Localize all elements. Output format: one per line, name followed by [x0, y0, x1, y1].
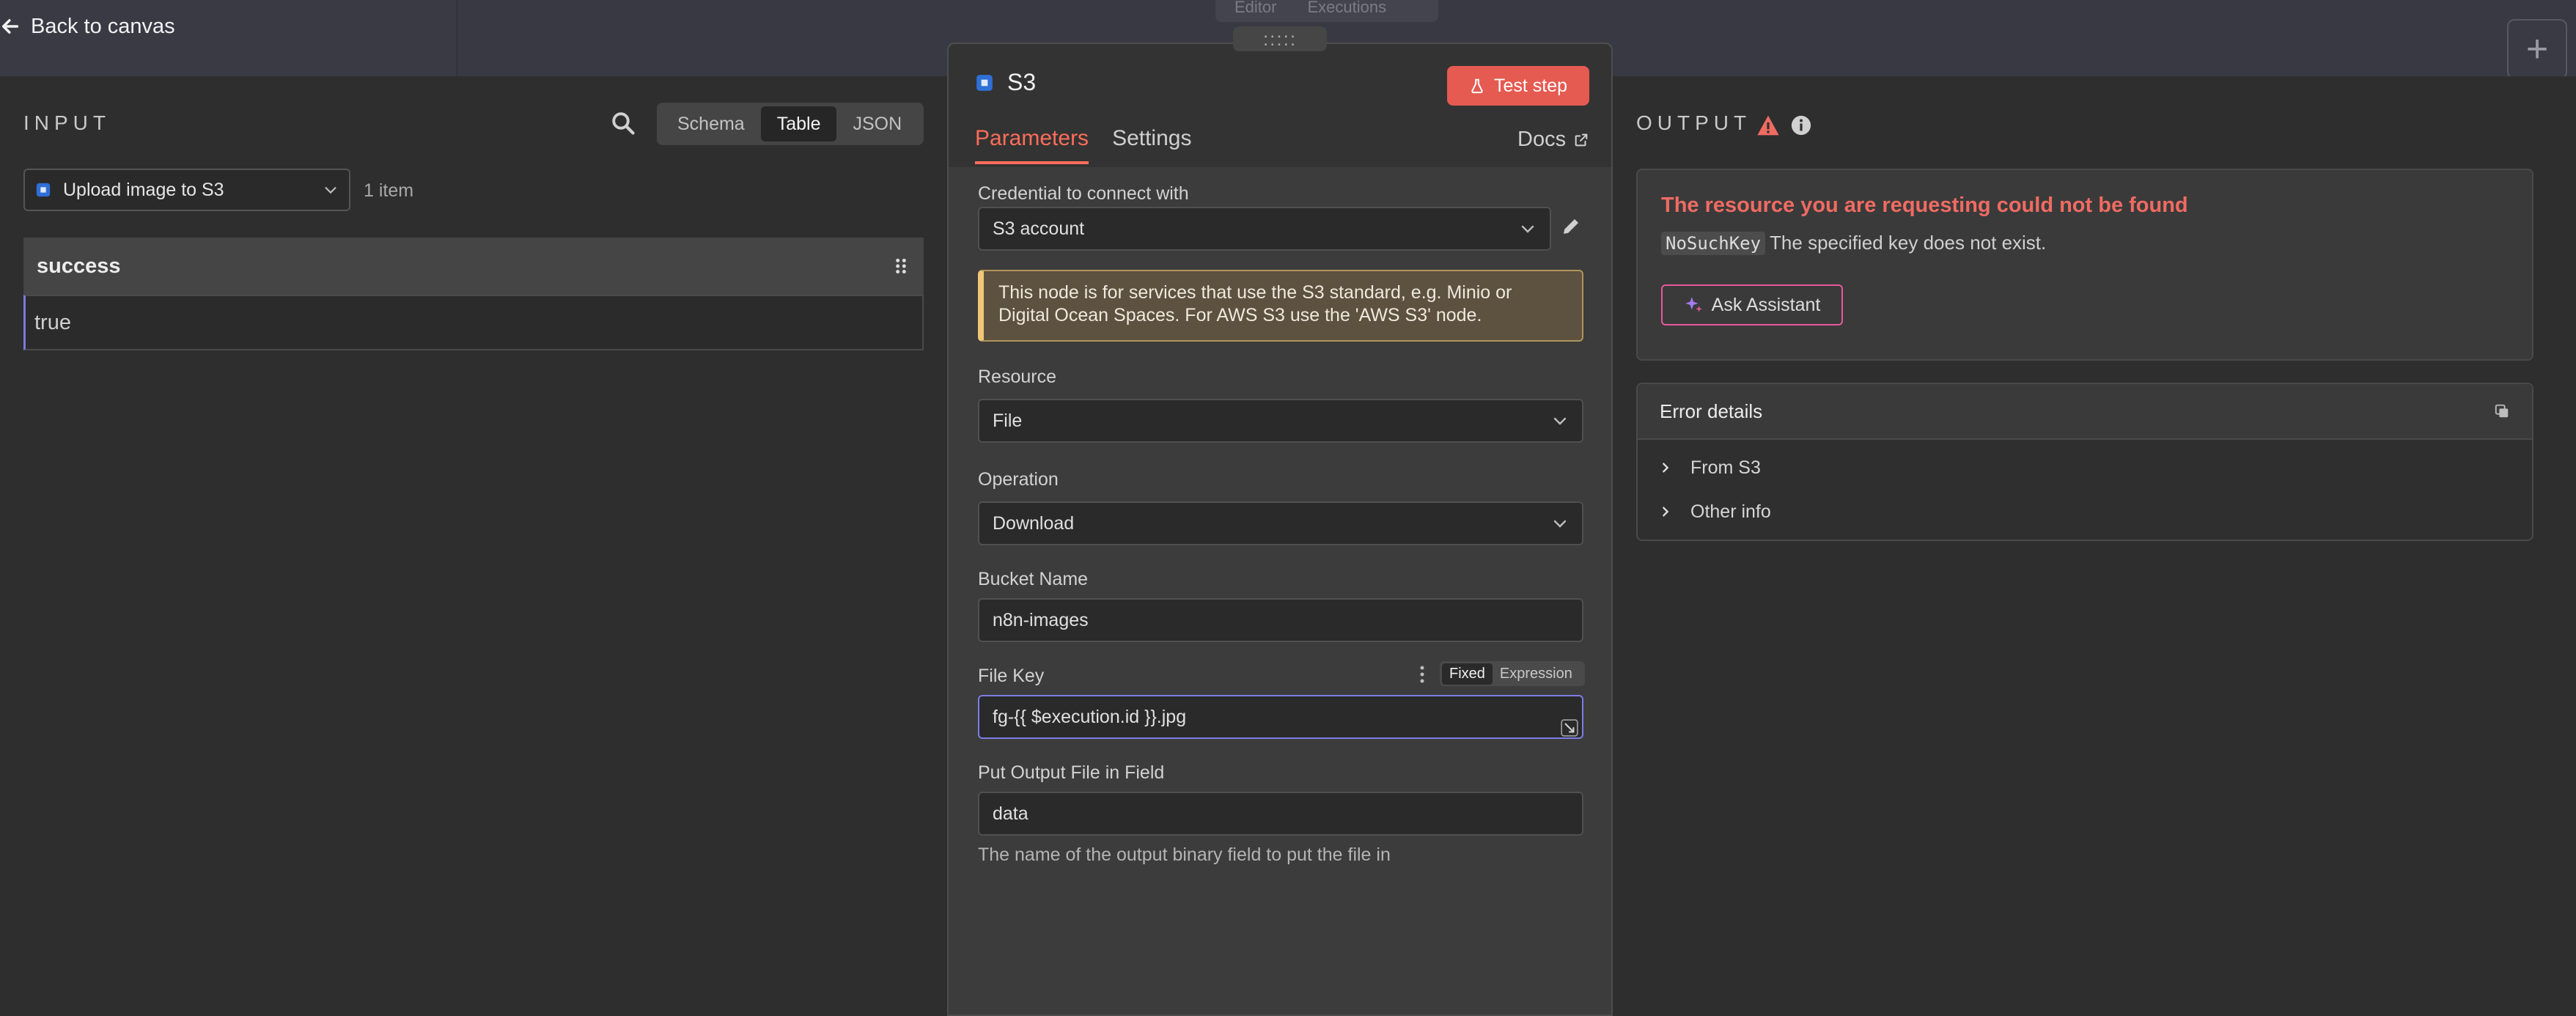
edit-credential-icon[interactable] — [1560, 216, 1582, 238]
chevron-down-icon — [1553, 520, 1567, 528]
tab-settings[interactable]: Settings — [1112, 126, 1191, 164]
chevron-down-icon — [325, 187, 336, 194]
error-details-header: Error details — [1638, 384, 2532, 440]
detail-row-label: From S3 — [1690, 457, 1761, 478]
node-header: S3 Test step Parameters Settings Docs — [949, 44, 1611, 167]
chevron-down-icon — [1553, 417, 1567, 425]
ask-assistant-button[interactable]: Ask Assistant — [1661, 284, 1843, 325]
s3-node-icon — [976, 74, 993, 91]
credential-select[interactable]: S3 account — [978, 207, 1551, 251]
output-title: OUTPUT — [1636, 111, 1752, 134]
error-message: NoSuchKey The specified key does not exi… — [1661, 232, 2046, 255]
info-icon[interactable] — [1790, 114, 1812, 136]
s3-notice: This node is for services that use the S… — [978, 270, 1583, 342]
output-field-label: Put Output File in Field — [978, 762, 1165, 783]
flask-icon — [1471, 78, 1483, 94]
error-description: The specified key does not exist. — [1770, 232, 2047, 254]
mode-switch: Editor Executions — [1215, 0, 1438, 22]
node-tabs: Parameters Settings — [975, 126, 1191, 164]
operation-select[interactable]: Download — [978, 501, 1583, 545]
expand-editor-icon[interactable] — [1560, 718, 1579, 737]
bucket-label: Bucket Name — [978, 569, 1089, 589]
chevron-down-icon — [1521, 225, 1534, 233]
tab-editor[interactable]: Editor — [1223, 0, 1288, 17]
docs-label: Docs — [1517, 128, 1567, 151]
output-status-icons — [1756, 114, 1812, 136]
add-node-button[interactable]: + — [2507, 19, 2567, 79]
error-card: The resource you are requesting could no… — [1636, 169, 2533, 361]
chevron-right-icon — [1663, 463, 1669, 473]
output-field-hint: The name of the output binary field to p… — [978, 844, 1391, 865]
s3-node-icon — [36, 183, 51, 197]
output-panel: OUTPUT The resource you are requesting c… — [1613, 76, 2576, 1016]
input-panel: INPUT Schema Table JSON Upload image to … — [0, 76, 947, 1016]
detail-row-label: Other info — [1690, 501, 1771, 522]
column-header-success: success — [37, 254, 121, 278]
chevron-right-icon — [1663, 507, 1669, 517]
mode-fixed[interactable]: Fixed — [1442, 663, 1493, 685]
panel-drag-handle[interactable]: ::::: — [1233, 26, 1327, 51]
item-count: 1 item — [364, 180, 414, 201]
error-code: NoSuchKey — [1661, 232, 1766, 255]
test-step-label: Test step — [1493, 75, 1568, 96]
operation-value: Download — [993, 512, 1075, 534]
back-to-canvas-label: Back to canvas — [31, 14, 175, 38]
file-key-label: File Key — [978, 666, 1045, 686]
tab-table[interactable]: Table — [760, 106, 837, 141]
tab-parameters[interactable]: Parameters — [975, 126, 1089, 164]
arrow-left-icon — [1, 19, 19, 34]
resource-select[interactable]: File — [978, 399, 1583, 443]
copy-icon[interactable] — [2494, 403, 2510, 419]
external-link-icon — [1575, 133, 1588, 146]
tab-schema[interactable]: Schema — [661, 106, 761, 141]
error-title: The resource you are requesting could no… — [1661, 194, 2188, 217]
ask-assistant-label: Ask Assistant — [1711, 294, 1821, 315]
fixed-expression-toggle: Fixed Expression — [1440, 661, 1585, 686]
test-step-button[interactable]: Test step — [1447, 66, 1589, 106]
resource-label: Resource — [978, 367, 1056, 387]
file-key-input[interactable]: fg-{{ $execution.id }}.jpg — [978, 695, 1583, 739]
error-details-card: Error details From S3 Other info — [1636, 383, 2533, 541]
credential-label: Credential to connect with — [978, 183, 1189, 204]
input-view-tabs: Schema Table JSON — [657, 103, 924, 145]
error-details-title: Error details — [1660, 400, 1763, 422]
sparkle-icon — [1685, 297, 1702, 312]
detail-row-from-s3[interactable]: From S3 — [1638, 446, 2532, 490]
drag-grip-icon[interactable] — [891, 257, 910, 276]
mode-expression[interactable]: Expression — [1493, 663, 1580, 685]
node-title-text[interactable]: S3 — [1007, 69, 1036, 96]
input-node-select-value: Upload image to S3 — [63, 179, 224, 200]
node-title: S3 — [975, 69, 1036, 96]
tab-json[interactable]: JSON — [836, 106, 918, 141]
more-options-icon[interactable] — [1418, 664, 1427, 685]
bucket-name-input[interactable]: n8n-images — [978, 598, 1583, 642]
node-parameters-panel: S3 Test step Parameters Settings Docs Cr… — [947, 43, 1613, 1016]
input-node-select[interactable]: Upload image to S3 — [23, 169, 350, 211]
resource-value: File — [993, 410, 1023, 431]
tab-executions[interactable]: Executions — [1295, 0, 1398, 17]
docs-link[interactable]: Docs — [1517, 128, 1589, 152]
search-icon[interactable] — [610, 110, 636, 136]
credential-value: S3 account — [993, 218, 1085, 239]
back-to-canvas-link[interactable]: Back to canvas — [0, 10, 175, 43]
output-field-input[interactable]: data — [978, 792, 1583, 836]
table-cell[interactable]: true — [23, 295, 924, 350]
operation-label: Operation — [978, 469, 1059, 490]
input-title: INPUT — [23, 111, 111, 134]
warning-icon — [1757, 115, 1779, 136]
table-header: success — [23, 238, 924, 295]
detail-row-other-info[interactable]: Other info — [1638, 490, 2532, 534]
